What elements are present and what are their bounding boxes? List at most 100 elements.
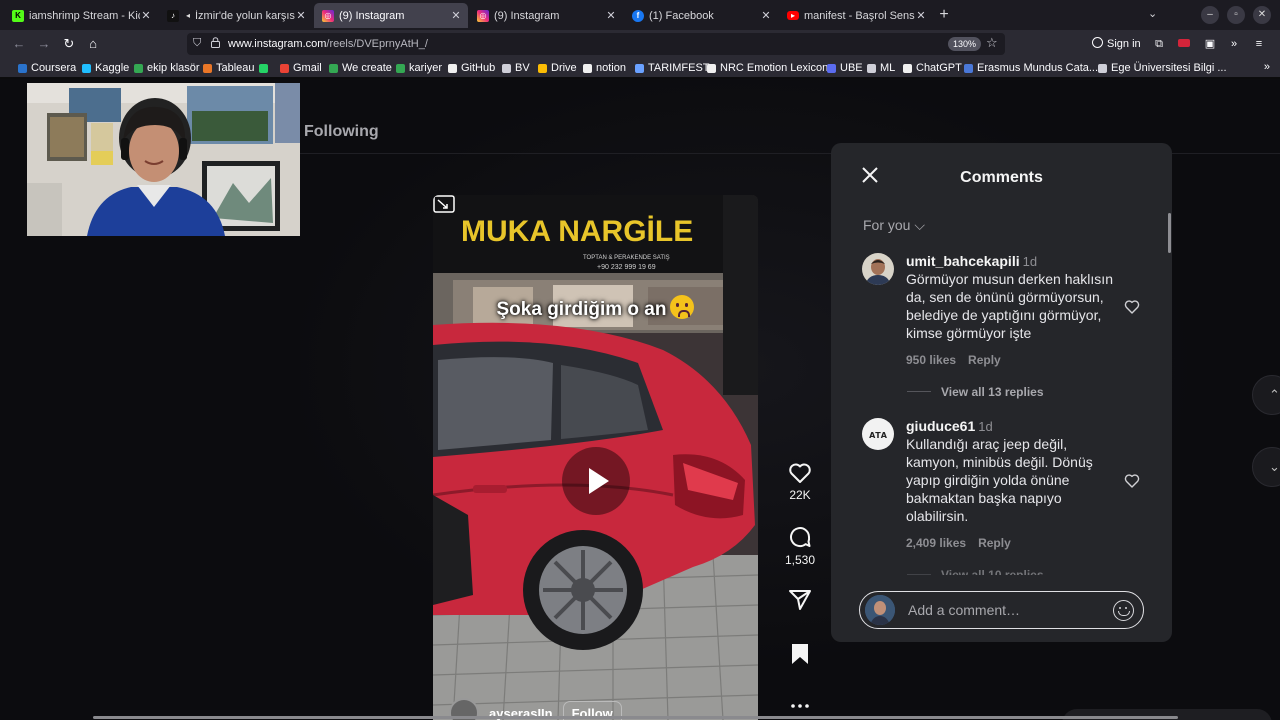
bookmark-item[interactable]: GitHub xyxy=(448,61,495,75)
bookmark-item[interactable]: Kaggle xyxy=(82,61,129,75)
like-action[interactable]: 22K xyxy=(780,462,820,502)
bookmark-item[interactable]: Coursera xyxy=(18,61,76,75)
bookmark-favicon-icon xyxy=(18,63,27,73)
extension-red-icon[interactable] xyxy=(1177,37,1191,51)
play-button[interactable] xyxy=(562,447,630,515)
comment-icon[interactable] xyxy=(788,525,812,549)
comment-username[interactable]: umit_bahcekapili 1d xyxy=(906,253,1116,269)
more-tools-icon[interactable]: » xyxy=(1227,37,1241,51)
commenter-avatar[interactable]: ΑΤΑ xyxy=(862,418,894,450)
address-bar[interactable]: ⛉ www.instagram.com/reels/DVEprnyAtH_/ 1… xyxy=(187,33,1005,55)
comment-action[interactable]: 1,530 xyxy=(780,525,820,567)
bookmark-item[interactable]: Ege Üniversitesi Bilgi ... xyxy=(1098,61,1227,75)
url-text[interactable]: www.instagram.com/reels/DVEprnyAtH_/ xyxy=(228,38,428,50)
bookmark-label: Erasmus Mundus Cata... xyxy=(977,62,1099,74)
minimize-button[interactable]: – xyxy=(1201,6,1219,24)
comment-username[interactable]: giuduce61 1d xyxy=(906,418,1116,434)
close-tab-icon[interactable]: ✕ xyxy=(915,9,927,22)
bookmark-item[interactable] xyxy=(259,61,272,75)
bookmark-item[interactable]: ML xyxy=(867,61,895,75)
bookmark-item[interactable]: UBE xyxy=(827,61,863,75)
reel-video[interactable]: MUKA NARGİLE TOPTAN & PERAKENDE SATIŞ +9… xyxy=(433,195,758,720)
bookmark-item[interactable]: ekip klasör xyxy=(134,61,200,75)
bookmark-item[interactable]: BV xyxy=(502,61,530,75)
tab-kick[interactable]: K iamshrimp Stream - Kick ✕ xyxy=(4,3,158,28)
bookmark-item[interactable]: Tableau xyxy=(203,61,255,75)
bookmark-label: NRC Emotion Lexicon xyxy=(720,62,829,74)
close-tab-icon[interactable]: ✕ xyxy=(295,9,307,22)
tab-instagram-active[interactable]: ◎ (9) Instagram ✕ xyxy=(314,3,468,28)
bookmark-item[interactable]: ChatGPT xyxy=(903,61,962,75)
bookmark-label: ekip klasör xyxy=(147,62,200,74)
save-action[interactable] xyxy=(780,643,820,665)
tab-instagram[interactable]: ◎ (9) Instagram ✕ xyxy=(469,3,623,28)
tracking-shield-icon[interactable]: ⛉ xyxy=(193,37,201,50)
close-tab-icon[interactable]: ✕ xyxy=(140,9,152,22)
more-bookmarks-icon[interactable]: » xyxy=(1264,61,1270,73)
tab-facebook[interactable]: f (1) Facebook ✕ xyxy=(624,3,778,28)
sidebar-icon[interactable]: ▣ xyxy=(1203,37,1217,51)
sign-in-button[interactable]: Sign in xyxy=(1092,37,1141,50)
bookmark-label: Kaggle xyxy=(95,62,130,74)
shop-sub-text: TOPTAN & PERAKENDE SATIŞ xyxy=(583,255,670,261)
tab-title: iamshrimp Stream - Kick xyxy=(29,9,140,22)
replies-fade xyxy=(831,575,1172,591)
send-icon[interactable] xyxy=(788,589,812,611)
close-window-button[interactable]: ✕ xyxy=(1253,6,1271,24)
extensions-icon[interactable]: ⧉ xyxy=(1152,37,1166,51)
tab-youtube[interactable]: ▸ manifest - Başrol Sensin ✕ xyxy=(779,3,933,28)
comment-like-heart-icon[interactable] xyxy=(1124,299,1140,315)
tab-tiktok[interactable]: ♪ ◂ İzmir'de yolun karşısın ✕ xyxy=(159,3,313,28)
bookmark-label: Ege Üniversitesi Bilgi ... xyxy=(1111,62,1227,74)
reply-button[interactable]: Reply xyxy=(968,353,1001,367)
bookmark-star-icon[interactable]: ☆ xyxy=(986,35,998,51)
following-label[interactable]: Following xyxy=(304,123,379,141)
bookmark-icon[interactable] xyxy=(790,643,810,665)
bookmarks-toolbar: Coursera Kaggle ekip klasör Tableau Gmail We … xyxy=(0,58,1280,78)
bookmark-item[interactable]: notion xyxy=(583,61,626,75)
zoom-indicator[interactable]: 130% xyxy=(948,37,982,51)
bookmark-item[interactable]: TARIMFEST xyxy=(635,61,710,75)
restore-button[interactable]: ▫ xyxy=(1227,6,1245,24)
commenter-avatar[interactable] xyxy=(862,253,894,285)
close-tab-icon[interactable]: ✕ xyxy=(605,9,617,22)
bookmark-item[interactable]: We create xyxy=(329,61,392,75)
reload-icon[interactable]: ↻ xyxy=(60,35,78,53)
add-comment-placeholder[interactable]: Add a comment… xyxy=(908,602,1020,618)
bookmark-item[interactable]: kariyer xyxy=(396,61,442,75)
tab-strip: K iamshrimp Stream - Kick ✕ ♪ ◂ İzmir'de… xyxy=(0,0,1280,30)
bookmark-label: notion xyxy=(596,62,626,74)
comment-likes[interactable]: 2,409 likes xyxy=(906,536,966,550)
comment-likes[interactable]: 950 likes xyxy=(906,353,956,367)
bookmark-item[interactable]: NRC Emotion Lexicon xyxy=(707,61,828,75)
sort-dropdown[interactable]: For you ⌵ xyxy=(863,217,925,234)
forward-icon[interactable]: → xyxy=(35,35,53,53)
webcam-image xyxy=(27,83,300,236)
back-icon[interactable]: ← xyxy=(10,35,28,53)
close-tab-icon[interactable]: ✕ xyxy=(760,9,772,22)
share-action[interactable] xyxy=(780,589,820,611)
speaker-icon[interactable]: ◂ xyxy=(184,10,192,22)
view-replies-button[interactable]: View all 13 replies xyxy=(907,385,1044,399)
lock-icon[interactable] xyxy=(211,37,220,48)
emoji-icon[interactable] xyxy=(1113,600,1134,621)
youtube-icon: ▸ xyxy=(787,11,799,20)
bookmark-item[interactable]: Gmail xyxy=(280,61,322,75)
more-options-icon[interactable] xyxy=(780,703,820,709)
bookmark-item[interactable]: Drive xyxy=(538,61,577,75)
home-icon[interactable]: ⌂ xyxy=(84,35,102,53)
bookmark-label: Coursera xyxy=(31,62,77,74)
add-comment-field[interactable]: Add a comment… xyxy=(859,591,1144,629)
menu-icon[interactable]: ≡ xyxy=(1252,37,1266,51)
heart-icon[interactable] xyxy=(788,462,812,484)
close-tab-icon[interactable]: ✕ xyxy=(450,9,462,22)
reply-button[interactable]: Reply xyxy=(978,536,1011,550)
bookmark-item[interactable]: Erasmus Mundus Cata... xyxy=(964,61,1098,75)
horizontal-scrollbar[interactable] xyxy=(93,716,1178,719)
comments-scrollbar[interactable] xyxy=(1168,213,1171,253)
new-tab-button[interactable]: + xyxy=(934,6,954,26)
comment-like-heart-icon[interactable] xyxy=(1124,473,1140,489)
worried-face-icon xyxy=(670,295,695,319)
mute-toggle-icon[interactable] xyxy=(433,195,455,215)
list-all-tabs-icon[interactable]: ⌄ xyxy=(1148,7,1157,20)
